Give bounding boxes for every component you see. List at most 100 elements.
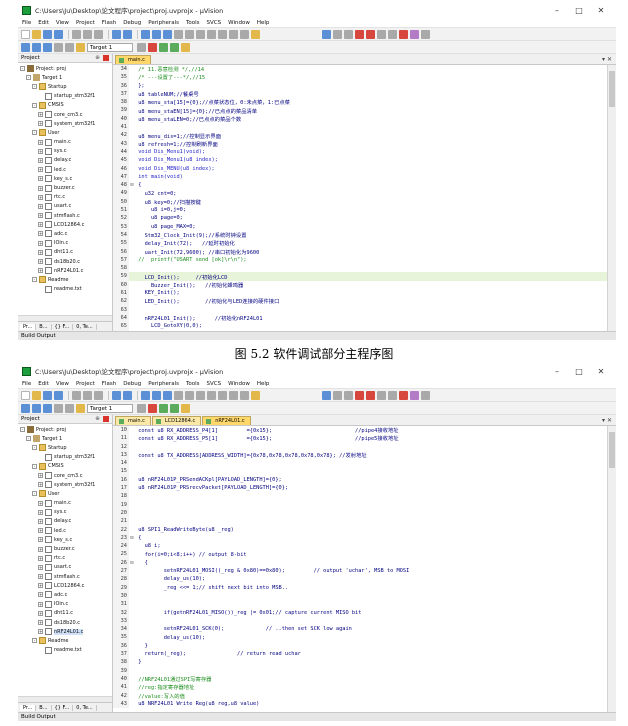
pane-tab[interactable]: B... — [36, 323, 52, 330]
comment-icon[interactable] — [229, 390, 238, 400]
build-icon[interactable] — [32, 42, 41, 52]
tree-item[interactable]: + system_stm32f1 — [20, 119, 112, 128]
menu-item-view[interactable]: View — [56, 381, 69, 387]
expand-icon[interactable]: + — [38, 249, 43, 255]
code-line[interactable]: 21 — [113, 517, 607, 526]
undo-icon[interactable] — [112, 390, 121, 400]
rebuild-icon[interactable] — [43, 403, 52, 413]
code-line[interactable]: 61 KEY_Init(); — [113, 289, 607, 298]
menu-item-window[interactable]: Window — [228, 381, 250, 387]
expand-icon[interactable]: + — [38, 629, 43, 635]
tree-item[interactable]: + usart.c — [20, 202, 112, 211]
maximize-icon[interactable]: □ — [568, 6, 590, 15]
expand-icon[interactable]: + — [38, 167, 43, 173]
open-folder-icon[interactable] — [32, 390, 41, 400]
bookmark-next-icon[interactable] — [185, 390, 194, 400]
tree-item[interactable]: + ds18b20.c — [20, 257, 112, 266]
save-icon[interactable] — [43, 390, 52, 400]
tree-item[interactable]: - Project: proj — [20, 64, 112, 73]
bookmark-prev-icon[interactable] — [174, 390, 183, 400]
expand-icon[interactable]: + — [38, 518, 43, 524]
editor-tab[interactable]: LCD12864.c — [151, 416, 202, 425]
menu-item-edit[interactable]: Edit — [38, 381, 49, 387]
tree-item[interactable]: + led.c — [20, 165, 112, 174]
tree-item[interactable]: + rtc.c — [20, 554, 112, 563]
menu-item-tools[interactable]: Tools — [186, 20, 200, 26]
find-icon[interactable] — [322, 390, 331, 400]
bookmark-prev-icon[interactable] — [174, 29, 183, 39]
pane-tab[interactable]: Pr... — [20, 704, 37, 711]
expand-icon[interactable]: + — [38, 528, 43, 534]
unindent-icon[interactable] — [218, 390, 227, 400]
disable-all-breakpoints-icon[interactable] — [388, 390, 397, 400]
paste-icon[interactable] — [94, 29, 103, 39]
tree-item[interactable]: + IOin.c — [20, 600, 112, 609]
expand-icon[interactable]: + — [38, 185, 43, 191]
tree-item[interactable]: - Startup — [20, 82, 112, 91]
expand-icon[interactable]: + — [38, 473, 43, 479]
browse-icon[interactable] — [344, 29, 353, 39]
menu-item-window[interactable]: Window — [228, 20, 250, 26]
cut-icon[interactable] — [72, 29, 81, 39]
menu-item-flash[interactable]: Flash — [102, 381, 116, 387]
code-line[interactable]: 55 delay_Init(72); //延时初始化 — [113, 239, 607, 248]
code-line[interactable]: 10 const u8 RX_ADDRESS_P4[1] ={0x15}; //… — [113, 426, 607, 435]
code-line[interactable]: 42 //value:写入的值 — [113, 691, 607, 700]
indent-icon[interactable] — [207, 390, 216, 400]
code-line[interactable]: 29 _reg <<= 1;// shift next bit into MSB… — [113, 583, 607, 592]
code-line[interactable]: 63 — [113, 305, 607, 314]
menu-item-project[interactable]: Project — [76, 20, 95, 26]
manage-packs-icon[interactable] — [159, 403, 168, 413]
tree-item[interactable]: readme.txt — [20, 285, 112, 294]
menu-item-view[interactable]: View — [56, 20, 69, 26]
code-line[interactable]: 36 }; — [113, 81, 607, 90]
code-line[interactable]: 28 delay_us(10); — [113, 575, 607, 584]
code-line[interactable]: 15 — [113, 467, 607, 476]
manage-project-icon[interactable] — [148, 403, 157, 413]
code-line[interactable]: 64 nRF24L01_Init(); //初始化nRF24L01 — [113, 313, 607, 323]
save-icon[interactable] — [43, 29, 52, 39]
tree-item[interactable]: + sys.c — [20, 508, 112, 517]
run-time-env-icon[interactable] — [170, 403, 179, 413]
run-time-env-icon[interactable] — [170, 42, 179, 52]
expand-icon[interactable]: + — [38, 231, 43, 237]
tree-item[interactable]: + adc.c — [20, 229, 112, 238]
nav-forward-icon[interactable] — [152, 29, 161, 39]
close-icon[interactable]: ✕ — [590, 6, 612, 15]
select-packs-icon[interactable] — [181, 403, 190, 413]
tree-item[interactable]: - CMSIS — [20, 462, 112, 471]
menu-item-tools[interactable]: Tools — [186, 381, 200, 387]
code-line[interactable]: 62 LED_Init(); //初始化与LED连接的硬件接口 — [113, 297, 607, 306]
code-line[interactable]: 53 u8 page_MAX=0; — [113, 222, 607, 231]
code-line[interactable]: 47 int main(void) — [113, 172, 607, 182]
code-line[interactable]: 44 void Dis_Menu1(void); — [113, 147, 607, 157]
indent-icon[interactable] — [207, 29, 216, 39]
expand-icon[interactable]: + — [38, 121, 43, 127]
code-line[interactable]: 30 — [113, 591, 607, 601]
tab-menu-icon[interactable]: ▾ ✕ — [602, 56, 612, 63]
window-layout-icon[interactable] — [410, 390, 419, 400]
expand-icon[interactable]: + — [38, 139, 43, 145]
vertical-scrollbar[interactable] — [607, 65, 616, 331]
code-line[interactable]: 43 u8 refresh=1;//控制刷新界面 — [113, 139, 607, 148]
expand-icon[interactable]: + — [38, 509, 43, 515]
tree-item[interactable]: - Target 1 — [20, 73, 112, 82]
menu-item-help[interactable]: Help — [257, 381, 270, 387]
tree-item[interactable]: - Project: proj — [20, 425, 112, 434]
new-file-icon[interactable] — [21, 29, 30, 39]
tree-item[interactable]: + rtc.c — [20, 193, 112, 202]
new-file-icon[interactable] — [21, 390, 30, 400]
collapse-icon[interactable]: - — [26, 75, 31, 81]
expand-icon[interactable]: + — [38, 482, 43, 488]
pin-icon[interactable]: ⊕ — [94, 416, 101, 422]
collapse-icon[interactable]: - — [20, 66, 25, 72]
code-line[interactable]: 49 u32 cnt=0; — [113, 189, 607, 198]
code-line[interactable]: 12 — [113, 442, 607, 451]
tree-item[interactable]: + nRF24L01.c — [20, 266, 112, 275]
tree-item[interactable]: + nRF24L01.c — [20, 627, 112, 636]
code-area[interactable]: 10 const u8 RX_ADDRESS_P4[1] ={0x15}; //… — [113, 426, 607, 712]
code-line[interactable]: 56 uart_Init(72,9600); //串口初始化为9600 — [113, 247, 607, 256]
copy-icon[interactable] — [83, 29, 92, 39]
kill-breakpoints-icon[interactable] — [399, 29, 408, 39]
expand-icon[interactable]: + — [38, 537, 43, 543]
